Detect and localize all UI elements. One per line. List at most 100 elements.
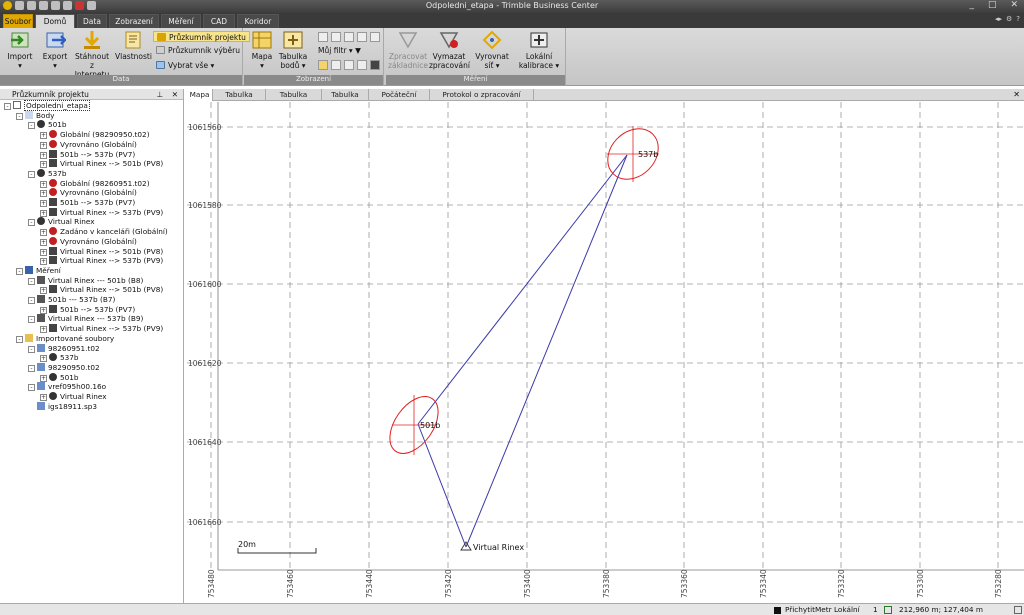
- tab-measurement-table[interactable]: Tabulka měření: [213, 89, 266, 111]
- explorer-tree-item[interactable]: + Zadáno v kanceláři (Globální): [40, 227, 168, 237]
- status-unit[interactable]: Metr: [815, 604, 832, 615]
- expand-toggle-icon[interactable]: +: [40, 141, 47, 149]
- explorer-tree-item[interactable]: - 501b --- 537b (B7): [28, 295, 115, 305]
- project-explorer-button[interactable]: Průzkumník projektu: [153, 31, 250, 42]
- resize-grip-icon[interactable]: [1014, 606, 1022, 614]
- zoom-in-icon[interactable]: [318, 32, 328, 42]
- expand-toggle-icon[interactable]: +: [40, 248, 47, 256]
- point-label[interactable]: Virtual Rinex: [473, 543, 524, 552]
- close-button[interactable]: ✕: [1010, 0, 1018, 10]
- expand-toggle-icon[interactable]: +: [40, 258, 47, 266]
- snap-indicator-icon[interactable]: [774, 607, 781, 614]
- tab-vector-table[interactable]: Tabulka vektorů: [266, 89, 322, 111]
- process-baselines-button[interactable]: Zpracovat základnice: [388, 30, 428, 70]
- adjust-network-button[interactable]: Vyrovnat síť ▾: [472, 30, 512, 70]
- tab-cad[interactable]: CAD: [203, 14, 235, 28]
- expand-toggle-icon[interactable]: -: [28, 297, 35, 304]
- map-button[interactable]: Mapa ▾: [248, 30, 276, 70]
- expand-toggle-icon[interactable]: -: [16, 112, 23, 120]
- explorer-tree-item[interactable]: +501b --> 537b (PV7): [40, 198, 135, 208]
- expand-toggle-icon[interactable]: -: [16, 267, 23, 275]
- view-close-icon[interactable]: ✕: [1013, 89, 1020, 101]
- explorer-tree-item[interactable]: + Virtual Rinex --> 537b (PV9): [40, 207, 163, 218]
- gnss-vector-line[interactable]: [465, 154, 628, 548]
- expand-toggle-icon[interactable]: -: [28, 219, 35, 227]
- selection-explorer-button[interactable]: Průzkumník výběru: [156, 45, 240, 56]
- expand-toggle-icon[interactable]: -: [28, 384, 35, 392]
- gnss-vector-line[interactable]: [417, 423, 467, 548]
- explorer-tree-item[interactable]: +501b --> 537b (PV7): [40, 304, 135, 315]
- explorer-tree-item[interactable]: - Body: [16, 110, 54, 121]
- zoom-window-icon[interactable]: [344, 32, 354, 42]
- explorer-tree-item[interactable]: + Globální (98260951.t02): [40, 178, 150, 189]
- expand-toggle-icon[interactable]: +: [40, 238, 47, 246]
- tab-soubor[interactable]: Soubor: [3, 14, 33, 28]
- tab-start-page[interactable]: Počáteční stránka: [369, 89, 430, 111]
- point-label[interactable]: 537b: [638, 150, 658, 159]
- local-calibration-button[interactable]: Lokální kalibrace ▾: [518, 30, 560, 70]
- expand-toggle-icon[interactable]: +: [40, 355, 47, 363]
- explorer-tree-item[interactable]: + Virtual Rinex --> 537b (PV9): [40, 324, 163, 334]
- explorer-tree-item[interactable]: + Virtual Rinex --> 537b (PV9): [40, 256, 163, 266]
- explorer-tree-item[interactable]: - 537b: [28, 168, 67, 179]
- tab-domu[interactable]: Domů: [35, 14, 75, 28]
- explorer-tree-item[interactable]: +501b: [40, 372, 79, 383]
- explorer-tree-item[interactable]: - Měření: [16, 265, 61, 276]
- tab-point-table[interactable]: Tabulka bodů: [322, 89, 369, 111]
- flag-icon[interactable]: [357, 60, 367, 70]
- tab-data[interactable]: Data: [77, 14, 107, 28]
- gnss-vector-line[interactable]: [417, 154, 628, 425]
- help-icon[interactable]: ◂▸: [995, 15, 1002, 23]
- map-view[interactable]: 1061560 1061580 1061600 1061620 1061640 10616…: [187, 102, 1024, 602]
- expand-toggle-icon[interactable]: -: [28, 364, 35, 372]
- expand-toggle-icon[interactable]: -: [4, 103, 11, 110]
- filter-dropdown[interactable]: Můj filtr ▾ ▼: [318, 45, 361, 56]
- explorer-tree-item[interactable]: - Importované soubory: [16, 333, 114, 344]
- zoom-out-icon[interactable]: [331, 32, 341, 42]
- download-internet-button[interactable]: Stáhnout zInternetu: [72, 30, 112, 79]
- tab-map[interactable]: Mapa: [187, 89, 213, 101]
- status-mode[interactable]: Lokální: [834, 604, 860, 615]
- explorer-tree-item[interactable]: + Vyrovnáno (Globální): [40, 236, 137, 247]
- explorer-tree-item[interactable]: - vref095h00.16o: [28, 382, 106, 392]
- maximize-button[interactable]: □: [988, 0, 997, 10]
- explorer-tree-item[interactable]: + Virtual Rinex --> 501b (PV8): [40, 159, 163, 169]
- expand-toggle-icon[interactable]: -: [28, 316, 35, 324]
- explorer-tree-item[interactable]: + Virtual Rinex: [40, 392, 107, 402]
- explorer-tree-item[interactable]: - Virtual Rinex --- 537b (B9): [28, 314, 143, 324]
- delete-processing-button[interactable]: Vymazat zpracování: [429, 30, 470, 70]
- pin-icon[interactable]: ⊥: [156, 89, 163, 100]
- expand-toggle-icon[interactable]: +: [40, 200, 47, 207]
- tab-koridor[interactable]: Koridor: [237, 14, 279, 28]
- expand-toggle-icon[interactable]: +: [40, 394, 47, 401]
- pan-icon[interactable]: [370, 32, 380, 42]
- explorer-tree-item[interactable]: - Virtual Rinex: [28, 217, 95, 227]
- point-table-button[interactable]: Tabulka bodů ▾: [278, 30, 308, 70]
- layers-icon[interactable]: [344, 60, 354, 70]
- explorer-tree-item[interactable]: +537b: [40, 353, 79, 363]
- snap-icon[interactable]: [331, 60, 341, 70]
- explorer-tree-item[interactable]: +501b --> 537b (PV7): [40, 149, 135, 160]
- expand-toggle-icon[interactable]: +: [40, 209, 47, 217]
- options-icon[interactable]: ⚙: [1006, 15, 1012, 23]
- expand-toggle-icon[interactable]: -: [16, 335, 23, 343]
- expand-toggle-icon[interactable]: +: [40, 180, 47, 188]
- tab-zobrazeni[interactable]: Zobrazení: [109, 14, 159, 28]
- expand-toggle-icon[interactable]: +: [40, 306, 47, 314]
- help-question-icon[interactable]: ?: [1016, 15, 1020, 23]
- tab-baseline-report[interactable]: Protokol o zpracování základnic: [430, 89, 534, 111]
- explorer-tree-item[interactable]: + Virtual Rinex --> 501b (PV8): [40, 285, 163, 295]
- expand-toggle-icon[interactable]: +: [40, 374, 47, 382]
- expand-toggle-icon[interactable]: -: [28, 122, 35, 130]
- export-button[interactable]: Export ▾: [39, 30, 71, 70]
- expand-toggle-icon[interactable]: -: [28, 345, 35, 353]
- background-icon[interactable]: [370, 60, 380, 70]
- expand-toggle-icon[interactable]: +: [40, 229, 47, 237]
- explorer-tree-item[interactable]: + Vyrovnáno (Globální): [40, 139, 137, 150]
- properties-button[interactable]: Vlastnosti: [115, 30, 152, 61]
- import-button[interactable]: Import ▾: [4, 30, 36, 70]
- minimize-button[interactable]: _: [969, 0, 974, 10]
- explorer-tree-item[interactable]: - Odpoledni_etapa: [4, 100, 90, 111]
- expand-toggle-icon[interactable]: +: [40, 151, 47, 159]
- expand-toggle-icon[interactable]: -: [28, 277, 35, 285]
